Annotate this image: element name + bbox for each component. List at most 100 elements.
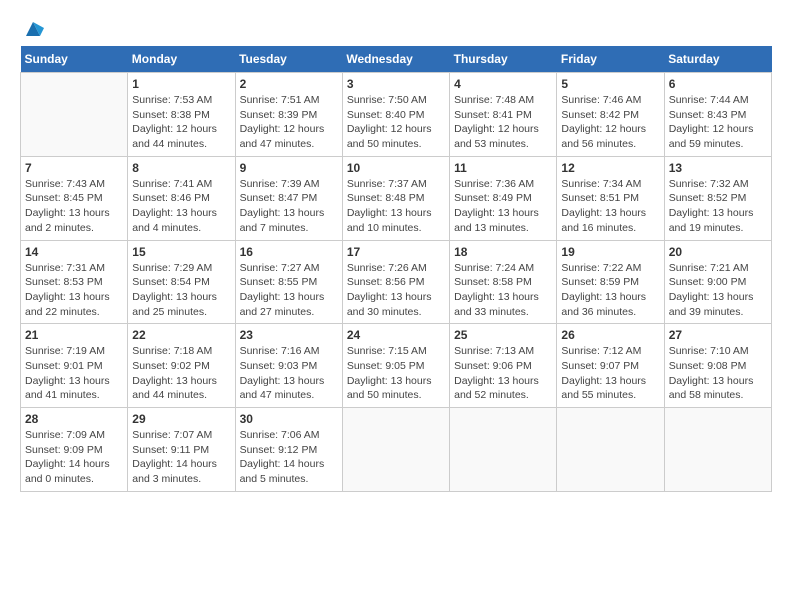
day-number: 12	[561, 161, 659, 175]
day-number: 26	[561, 328, 659, 342]
day-number: 20	[669, 245, 767, 259]
calendar-cell	[664, 408, 771, 492]
calendar-cell: 19 Sunrise: 7:22 AMSunset: 8:59 PMDayligh…	[557, 240, 664, 324]
day-info: Sunrise: 7:36 AMSunset: 8:49 PMDaylight:…	[454, 177, 552, 236]
calendar-cell: 12 Sunrise: 7:34 AMSunset: 8:51 PMDayligh…	[557, 156, 664, 240]
calendar-header-row: SundayMondayTuesdayWednesdayThursdayFrid…	[21, 46, 772, 73]
calendar-cell: 14 Sunrise: 7:31 AMSunset: 8:53 PMDayligh…	[21, 240, 128, 324]
calendar-week-row: 21 Sunrise: 7:19 AMSunset: 9:01 PMDayligh…	[21, 324, 772, 408]
day-number: 21	[25, 328, 123, 342]
calendar-cell	[557, 408, 664, 492]
day-number: 18	[454, 245, 552, 259]
calendar-cell: 21 Sunrise: 7:19 AMSunset: 9:01 PMDayligh…	[21, 324, 128, 408]
calendar-cell: 25 Sunrise: 7:13 AMSunset: 9:06 PMDayligh…	[450, 324, 557, 408]
day-info: Sunrise: 7:09 AMSunset: 9:09 PMDaylight:…	[25, 428, 123, 487]
day-info: Sunrise: 7:39 AMSunset: 8:47 PMDaylight:…	[240, 177, 338, 236]
day-number: 29	[132, 412, 230, 426]
calendar-cell: 10Sunrise: 7:37 AMSunset: 8:48 PMDayligh…	[342, 156, 449, 240]
day-info: Sunrise: 7:22 AMSunset: 8:59 PMDaylight:…	[561, 261, 659, 320]
day-number: 10	[347, 161, 445, 175]
calendar-cell: 13 Sunrise: 7:32 AMSunset: 8:52 PMDayligh…	[664, 156, 771, 240]
logo-icon	[22, 18, 44, 40]
calendar-cell: 26 Sunrise: 7:12 AMSunset: 9:07 PMDayligh…	[557, 324, 664, 408]
calendar-day-header: Monday	[128, 46, 235, 73]
day-number: 5	[561, 77, 659, 91]
day-info: Sunrise: 7:31 AMSunset: 8:53 PMDaylight:…	[25, 261, 123, 320]
calendar-cell: 22 Sunrise: 7:18 AMSunset: 9:02 PMDayligh…	[128, 324, 235, 408]
day-number: 30	[240, 412, 338, 426]
day-number: 11	[454, 161, 552, 175]
day-info: Sunrise: 7:51 AMSunset: 8:39 PMDaylight:…	[240, 93, 338, 152]
day-number: 3	[347, 77, 445, 91]
day-number: 7	[25, 161, 123, 175]
day-number: 13	[669, 161, 767, 175]
calendar-cell: 5 Sunrise: 7:46 AMSunset: 8:42 PMDaylight…	[557, 73, 664, 157]
day-number: 17	[347, 245, 445, 259]
day-number: 8	[132, 161, 230, 175]
day-number: 1	[132, 77, 230, 91]
calendar-cell: 18Sunrise: 7:24 AMSunset: 8:58 PMDayligh…	[450, 240, 557, 324]
day-number: 25	[454, 328, 552, 342]
day-info: Sunrise: 7:13 AMSunset: 9:06 PMDaylight:…	[454, 344, 552, 403]
day-info: Sunrise: 7:27 AMSunset: 8:55 PMDaylight:…	[240, 261, 338, 320]
day-number: 6	[669, 77, 767, 91]
calendar-cell: 29Sunrise: 7:07 AMSunset: 9:11 PMDayligh…	[128, 408, 235, 492]
day-info: Sunrise: 7:06 AMSunset: 9:12 PMDaylight:…	[240, 428, 338, 487]
calendar-cell	[450, 408, 557, 492]
calendar-day-header: Wednesday	[342, 46, 449, 73]
calendar-day-header: Friday	[557, 46, 664, 73]
day-number: 24	[347, 328, 445, 342]
calendar-cell: 8 Sunrise: 7:41 AMSunset: 8:46 PMDaylight…	[128, 156, 235, 240]
calendar-cell	[21, 73, 128, 157]
calendar-week-row: 1 Sunrise: 7:53 AMSunset: 8:38 PMDaylight…	[21, 73, 772, 157]
day-info: Sunrise: 7:29 AMSunset: 8:54 PMDaylight:…	[132, 261, 230, 320]
calendar-day-header: Tuesday	[235, 46, 342, 73]
day-number: 27	[669, 328, 767, 342]
day-info: Sunrise: 7:32 AMSunset: 8:52 PMDaylight:…	[669, 177, 767, 236]
day-info: Sunrise: 7:19 AMSunset: 9:01 PMDaylight:…	[25, 344, 123, 403]
day-info: Sunrise: 7:34 AMSunset: 8:51 PMDaylight:…	[561, 177, 659, 236]
calendar-cell: 11 Sunrise: 7:36 AMSunset: 8:49 PMDayligh…	[450, 156, 557, 240]
calendar-cell: 2Sunrise: 7:51 AMSunset: 8:39 PMDaylight…	[235, 73, 342, 157]
calendar-cell: 9 Sunrise: 7:39 AMSunset: 8:47 PMDaylight…	[235, 156, 342, 240]
calendar-cell: 20 Sunrise: 7:21 AMSunset: 9:00 PMDayligh…	[664, 240, 771, 324]
calendar-day-header: Thursday	[450, 46, 557, 73]
day-number: 9	[240, 161, 338, 175]
day-number: 14	[25, 245, 123, 259]
calendar-cell: 23Sunrise: 7:16 AMSunset: 9:03 PMDayligh…	[235, 324, 342, 408]
day-info: Sunrise: 7:43 AMSunset: 8:45 PMDaylight:…	[25, 177, 123, 236]
calendar-day-header: Saturday	[664, 46, 771, 73]
calendar-cell: 15 Sunrise: 7:29 AMSunset: 8:54 PMDayligh…	[128, 240, 235, 324]
day-number: 15	[132, 245, 230, 259]
calendar-cell	[342, 408, 449, 492]
day-number: 23	[240, 328, 338, 342]
day-number: 28	[25, 412, 123, 426]
calendar-cell: 24 Sunrise: 7:15 AMSunset: 9:05 PMDayligh…	[342, 324, 449, 408]
calendar-cell: 17Sunrise: 7:26 AMSunset: 8:56 PMDayligh…	[342, 240, 449, 324]
day-info: Sunrise: 7:53 AMSunset: 8:38 PMDaylight:…	[132, 93, 230, 152]
day-info: Sunrise: 7:12 AMSunset: 9:07 PMDaylight:…	[561, 344, 659, 403]
calendar-cell: 28 Sunrise: 7:09 AMSunset: 9:09 PMDayligh…	[21, 408, 128, 492]
calendar-day-header: Sunday	[21, 46, 128, 73]
day-number: 4	[454, 77, 552, 91]
day-info: Sunrise: 7:41 AMSunset: 8:46 PMDaylight:…	[132, 177, 230, 236]
calendar-cell: 16Sunrise: 7:27 AMSunset: 8:55 PMDayligh…	[235, 240, 342, 324]
day-info: Sunrise: 7:46 AMSunset: 8:42 PMDaylight:…	[561, 93, 659, 152]
day-info: Sunrise: 7:44 AMSunset: 8:43 PMDaylight:…	[669, 93, 767, 152]
day-info: Sunrise: 7:50 AMSunset: 8:40 PMDaylight:…	[347, 93, 445, 152]
calendar-cell: 1 Sunrise: 7:53 AMSunset: 8:38 PMDaylight…	[128, 73, 235, 157]
day-info: Sunrise: 7:18 AMSunset: 9:02 PMDaylight:…	[132, 344, 230, 403]
calendar-week-row: 14 Sunrise: 7:31 AMSunset: 8:53 PMDayligh…	[21, 240, 772, 324]
day-number: 22	[132, 328, 230, 342]
day-info: Sunrise: 7:15 AMSunset: 9:05 PMDaylight:…	[347, 344, 445, 403]
calendar-cell: 6 Sunrise: 7:44 AMSunset: 8:43 PMDaylight…	[664, 73, 771, 157]
day-info: Sunrise: 7:21 AMSunset: 9:00 PMDaylight:…	[669, 261, 767, 320]
calendar-cell: 7 Sunrise: 7:43 AMSunset: 8:45 PMDaylight…	[21, 156, 128, 240]
calendar-cell: 27 Sunrise: 7:10 AMSunset: 9:08 PMDayligh…	[664, 324, 771, 408]
day-number: 19	[561, 245, 659, 259]
page-header	[20, 20, 772, 36]
day-info: Sunrise: 7:10 AMSunset: 9:08 PMDaylight:…	[669, 344, 767, 403]
logo	[20, 20, 44, 36]
calendar-cell: 4Sunrise: 7:48 AMSunset: 8:41 PMDaylight…	[450, 73, 557, 157]
calendar-week-row: 28 Sunrise: 7:09 AMSunset: 9:09 PMDayligh…	[21, 408, 772, 492]
